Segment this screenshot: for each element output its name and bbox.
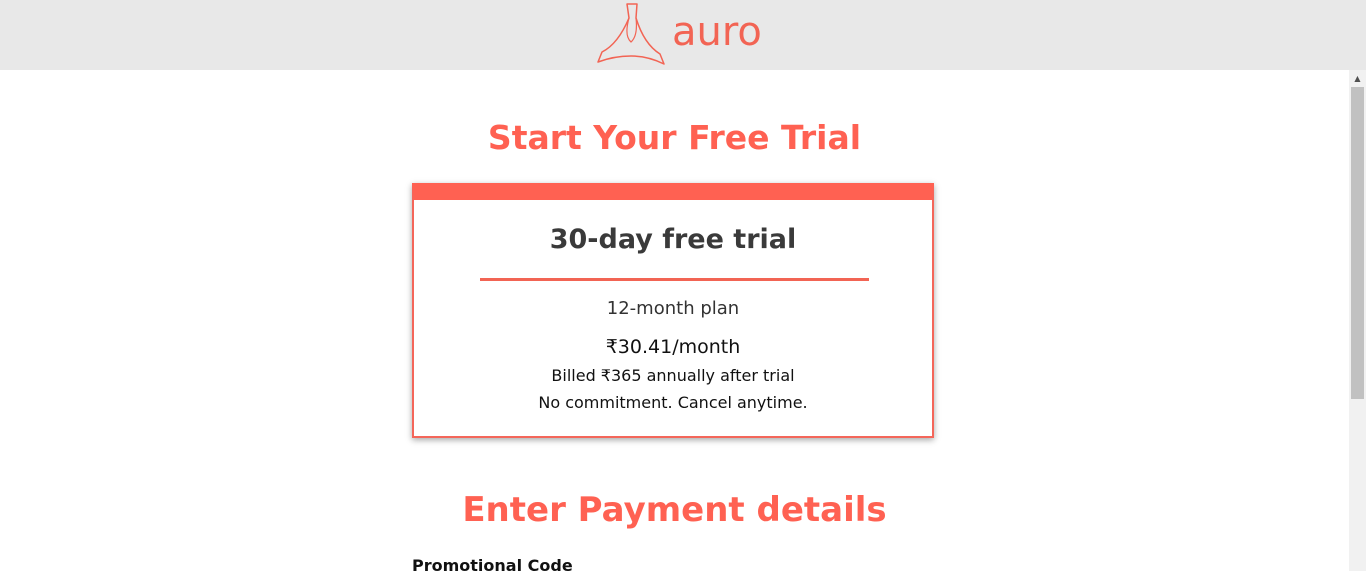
auro-triangle-logo-icon xyxy=(597,3,665,65)
scroll-up-arrow-icon[interactable]: ▲ xyxy=(1349,70,1366,87)
top-header: auro xyxy=(0,0,1366,70)
scrollbar-thumb[interactable] xyxy=(1351,87,1364,399)
trial-plan-card: 30-day free trial 12-month plan ₹30.41/m… xyxy=(412,183,934,438)
promo-code-label: Promotional Code xyxy=(412,556,573,575)
plan-duration: 12-month plan xyxy=(606,298,740,319)
plan-price: ₹30.41/month xyxy=(605,336,741,358)
payment-details-title: Enter Payment details xyxy=(462,490,887,530)
card-divider xyxy=(480,278,869,281)
free-trial-title: Start Your Free Trial xyxy=(487,118,862,157)
commitment-note: No commitment. Cancel anytime. xyxy=(538,393,808,412)
logo-wordmark: auro xyxy=(672,9,762,55)
trial-heading: 30-day free trial xyxy=(549,224,797,255)
main-content: Start Your Free Trial 30-day free trial … xyxy=(0,70,1349,575)
vertical-scrollbar[interactable]: ▲ xyxy=(1349,70,1366,571)
billing-note: Billed ₹365 annually after trial xyxy=(551,366,795,385)
auro-logo-link[interactable]: auro xyxy=(596,2,776,68)
